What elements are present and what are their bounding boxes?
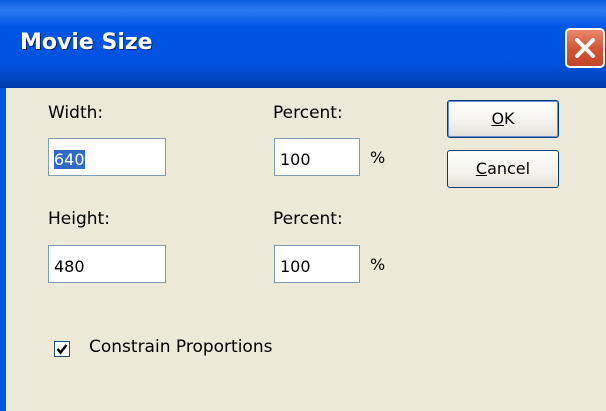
width-value: 640 — [54, 150, 85, 169]
width-input[interactable]: 640 — [48, 138, 166, 176]
dialog-window: Movie Size Width: 640 Percent: 100 % Hei… — [0, 0, 606, 411]
window-title: Movie Size — [20, 30, 153, 55]
title-bar[interactable]: Movie Size — [0, 0, 606, 88]
width-percent-label: Percent: — [273, 103, 343, 123]
height-input[interactable]: 480 — [48, 245, 166, 283]
width-percent-input[interactable]: 100 — [274, 138, 360, 176]
checkmark-icon — [56, 344, 68, 355]
width-percent-value: 100 — [280, 150, 311, 169]
height-percent-label: Percent: — [273, 209, 343, 229]
width-percent-symbol: % — [370, 148, 386, 167]
width-label: Width: — [48, 103, 104, 123]
window-frame — [0, 88, 6, 411]
cancel-mnemonic: C — [475, 159, 488, 178]
ok-mnemonic: O — [491, 109, 505, 128]
height-percent-symbol: % — [370, 255, 386, 274]
cancel-button[interactable]: Cancel — [447, 150, 559, 188]
close-icon — [575, 38, 595, 58]
constrain-proportions-label[interactable]: Constrain Proportions — [89, 337, 272, 357]
ok-button[interactable]: OK — [447, 100, 559, 138]
close-button[interactable] — [565, 28, 605, 68]
height-percent-value: 100 — [280, 257, 311, 276]
height-label: Height: — [48, 209, 110, 229]
cancel-label-rest: ancel — [487, 159, 531, 178]
ok-label-rest: K — [504, 109, 515, 128]
height-value: 480 — [54, 257, 85, 276]
height-percent-input[interactable]: 100 — [274, 245, 360, 283]
constrain-proportions-checkbox[interactable] — [54, 341, 70, 357]
